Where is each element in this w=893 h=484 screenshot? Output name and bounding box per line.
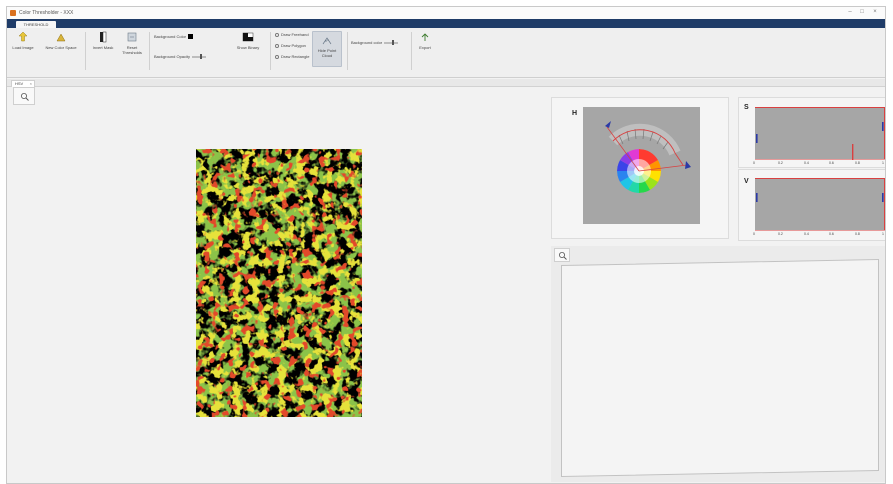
export-label: Export bbox=[419, 45, 431, 50]
window-title: Color Thresholder - XXX bbox=[19, 10, 74, 16]
draw-freehand-radio[interactable] bbox=[275, 32, 279, 37]
background-opacity-slider[interactable] bbox=[192, 54, 207, 59]
background-color-control[interactable]: Background Color bbox=[154, 34, 194, 39]
saturation-panel: S 0 0.2 0.4 0.6 0.8 1 bbox=[738, 97, 885, 168]
thresholded-image[interactable] bbox=[196, 149, 362, 417]
value-panel: V 0 0.2 0.4 0.6 0.8 1 bbox=[738, 169, 885, 241]
load-image-icon bbox=[18, 31, 28, 42]
ribbon-toolbar: Load Image New Color Space Invert Mask R… bbox=[7, 28, 885, 78]
value-max-handle bbox=[882, 193, 884, 202]
value-min-handle bbox=[756, 193, 758, 202]
load-image-button[interactable]: Load Image bbox=[10, 31, 36, 50]
draw-polygon-radio[interactable] bbox=[275, 43, 279, 48]
hue-min-handle-icon bbox=[605, 121, 611, 128]
tab-hsv[interactable]: HSV × bbox=[11, 80, 35, 87]
ribbon-tabstrip: THRESHOLD bbox=[7, 19, 885, 28]
draw-polygon-option[interactable]: Draw Polygon bbox=[275, 43, 306, 48]
saturation-peak-bar bbox=[852, 144, 854, 160]
maximize-button[interactable]: □ bbox=[857, 9, 867, 15]
hide-point-cloud-button[interactable]: Hide Point Cloud bbox=[312, 31, 342, 67]
hue-panel: H bbox=[551, 97, 729, 239]
minimize-button[interactable]: – bbox=[845, 9, 855, 15]
app-icon bbox=[10, 10, 16, 16]
background-opacity-control[interactable]: Background Opacity bbox=[154, 54, 207, 59]
background-opacity-label: Background Opacity bbox=[154, 54, 191, 59]
value-histogram[interactable] bbox=[755, 178, 885, 231]
load-image-label: Load Image bbox=[12, 45, 34, 50]
point-cloud-view[interactable] bbox=[561, 258, 879, 478]
point-cloud-icon bbox=[322, 37, 332, 45]
point-cloud-panel bbox=[551, 246, 885, 482]
draw-rectangle-radio[interactable] bbox=[275, 54, 279, 59]
image-zoom-button[interactable] bbox=[13, 87, 35, 105]
magnifier-icon bbox=[559, 252, 567, 260]
value-label: V bbox=[744, 178, 749, 185]
separator bbox=[85, 32, 86, 70]
show-binary-button[interactable]: Show Binary bbox=[235, 31, 261, 50]
point-cloud-background-label: Background color bbox=[351, 40, 383, 45]
hue-label: H bbox=[572, 110, 578, 117]
draw-polygon-label: Draw Polygon bbox=[281, 43, 306, 48]
tab-hsv-label: HSV bbox=[15, 81, 24, 86]
value-histogram-plot bbox=[755, 193, 885, 231]
masked-tree-canopy-image bbox=[196, 149, 362, 417]
draw-freehand-option[interactable]: Draw Freehand bbox=[275, 32, 309, 37]
hue-wheel-area[interactable] bbox=[583, 107, 700, 224]
saturation-label: S bbox=[744, 104, 749, 111]
hue-max-handle-icon bbox=[685, 161, 691, 169]
saturation-histogram-plot bbox=[755, 122, 885, 160]
export-button[interactable]: Export bbox=[415, 31, 435, 50]
tab-threshold[interactable]: THRESHOLD bbox=[16, 21, 56, 28]
export-icon bbox=[421, 33, 429, 41]
binary-icon bbox=[242, 32, 254, 42]
point-cloud-zoom-button[interactable] bbox=[554, 248, 570, 262]
magnifier-icon bbox=[21, 93, 29, 101]
separator bbox=[411, 32, 412, 70]
title-bar: Color Thresholder - XXX – □ × bbox=[7, 7, 885, 19]
new-color-space-button[interactable]: New Color Space bbox=[44, 31, 78, 50]
separator bbox=[270, 32, 271, 70]
background-color-label: Background Color bbox=[154, 34, 187, 39]
invert-mask-icon bbox=[100, 31, 107, 43]
invert-mask-button[interactable]: Invert Mask bbox=[91, 31, 115, 50]
reset-thresholds-label: Reset Thresholds bbox=[122, 45, 142, 55]
hue-wheel bbox=[605, 121, 691, 193]
point-cloud-background-slider[interactable] bbox=[384, 40, 399, 45]
close-button[interactable]: × bbox=[870, 9, 880, 15]
color-space-icon bbox=[56, 33, 66, 42]
invert-mask-label: Invert Mask bbox=[92, 45, 114, 50]
draw-rectangle-option[interactable]: Draw Rectangle bbox=[275, 54, 309, 59]
reset-icon bbox=[127, 32, 137, 42]
background-color-swatch[interactable] bbox=[188, 34, 194, 39]
app-window: Color Thresholder - XXX – □ × THRESHOLD … bbox=[6, 6, 886, 484]
saturation-histogram[interactable] bbox=[755, 107, 885, 160]
show-binary-label: Show Binary bbox=[236, 45, 260, 50]
hide-point-cloud-label: Hide Point Cloud bbox=[317, 48, 337, 58]
new-color-space-label: New Color Space bbox=[45, 45, 77, 50]
point-cloud-background-control[interactable]: Background color bbox=[351, 40, 399, 45]
draw-freehand-label: Draw Freehand bbox=[281, 32, 309, 37]
separator bbox=[347, 32, 348, 70]
document-tabstrip: HSV × bbox=[7, 79, 885, 87]
saturation-min-handle bbox=[756, 134, 758, 143]
reset-thresholds-button[interactable]: Reset Thresholds bbox=[119, 31, 145, 55]
separator bbox=[149, 32, 150, 70]
saturation-max-handle bbox=[882, 122, 884, 131]
draw-rectangle-label: Draw Rectangle bbox=[281, 54, 310, 59]
